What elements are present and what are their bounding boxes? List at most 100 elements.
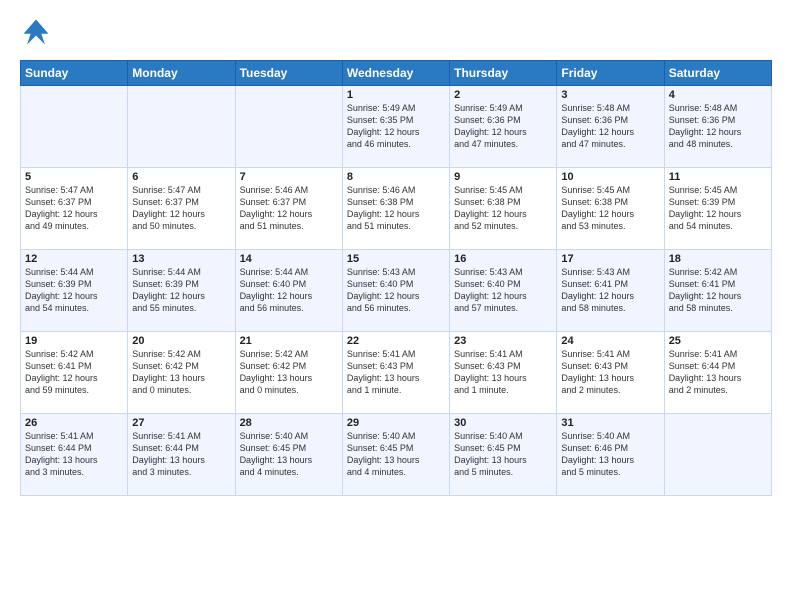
header-wednesday: Wednesday	[342, 61, 449, 86]
day-info: Sunrise: 5:43 AM Sunset: 6:41 PM Dayligh…	[561, 266, 659, 315]
day-info: Sunrise: 5:45 AM Sunset: 6:38 PM Dayligh…	[454, 184, 552, 233]
calendar-body: 1Sunrise: 5:49 AM Sunset: 6:35 PM Daylig…	[21, 86, 772, 496]
calendar-cell: 19Sunrise: 5:42 AM Sunset: 6:41 PM Dayli…	[21, 332, 128, 414]
day-number: 28	[240, 417, 338, 429]
day-number: 25	[669, 335, 767, 347]
day-number: 3	[561, 89, 659, 101]
calendar-week-row: 1Sunrise: 5:49 AM Sunset: 6:35 PM Daylig…	[21, 86, 772, 168]
day-number: 12	[25, 253, 123, 265]
day-number: 4	[669, 89, 767, 101]
calendar-cell	[235, 86, 342, 168]
header-friday: Friday	[557, 61, 664, 86]
header-tuesday: Tuesday	[235, 61, 342, 86]
calendar-cell: 10Sunrise: 5:45 AM Sunset: 6:38 PM Dayli…	[557, 168, 664, 250]
day-number: 30	[454, 417, 552, 429]
calendar-week-row: 12Sunrise: 5:44 AM Sunset: 6:39 PM Dayli…	[21, 250, 772, 332]
calendar-cell: 18Sunrise: 5:42 AM Sunset: 6:41 PM Dayli…	[664, 250, 771, 332]
day-info: Sunrise: 5:40 AM Sunset: 6:46 PM Dayligh…	[561, 430, 659, 479]
day-info: Sunrise: 5:46 AM Sunset: 6:37 PM Dayligh…	[240, 184, 338, 233]
calendar-cell: 20Sunrise: 5:42 AM Sunset: 6:42 PM Dayli…	[128, 332, 235, 414]
header-row: Sunday Monday Tuesday Wednesday Thursday…	[21, 61, 772, 86]
calendar-cell: 29Sunrise: 5:40 AM Sunset: 6:45 PM Dayli…	[342, 414, 449, 496]
day-info: Sunrise: 5:42 AM Sunset: 6:42 PM Dayligh…	[132, 348, 230, 397]
calendar-cell: 6Sunrise: 5:47 AM Sunset: 6:37 PM Daylig…	[128, 168, 235, 250]
day-number: 13	[132, 253, 230, 265]
day-info: Sunrise: 5:46 AM Sunset: 6:38 PM Dayligh…	[347, 184, 445, 233]
header-sunday: Sunday	[21, 61, 128, 86]
day-info: Sunrise: 5:43 AM Sunset: 6:40 PM Dayligh…	[347, 266, 445, 315]
page: Sunday Monday Tuesday Wednesday Thursday…	[0, 0, 792, 506]
day-info: Sunrise: 5:45 AM Sunset: 6:38 PM Dayligh…	[561, 184, 659, 233]
day-info: Sunrise: 5:41 AM Sunset: 6:44 PM Dayligh…	[25, 430, 123, 479]
day-number: 31	[561, 417, 659, 429]
calendar-cell: 30Sunrise: 5:40 AM Sunset: 6:45 PM Dayli…	[450, 414, 557, 496]
header-monday: Monday	[128, 61, 235, 86]
day-info: Sunrise: 5:41 AM Sunset: 6:43 PM Dayligh…	[347, 348, 445, 397]
day-number: 23	[454, 335, 552, 347]
header	[20, 16, 772, 48]
day-number: 16	[454, 253, 552, 265]
calendar-cell: 31Sunrise: 5:40 AM Sunset: 6:46 PM Dayli…	[557, 414, 664, 496]
calendar-cell: 17Sunrise: 5:43 AM Sunset: 6:41 PM Dayli…	[557, 250, 664, 332]
day-number: 1	[347, 89, 445, 101]
day-number: 19	[25, 335, 123, 347]
day-number: 18	[669, 253, 767, 265]
day-info: Sunrise: 5:42 AM Sunset: 6:41 PM Dayligh…	[25, 348, 123, 397]
day-number: 20	[132, 335, 230, 347]
calendar-week-row: 26Sunrise: 5:41 AM Sunset: 6:44 PM Dayli…	[21, 414, 772, 496]
day-info: Sunrise: 5:40 AM Sunset: 6:45 PM Dayligh…	[240, 430, 338, 479]
day-info: Sunrise: 5:40 AM Sunset: 6:45 PM Dayligh…	[347, 430, 445, 479]
calendar-cell: 16Sunrise: 5:43 AM Sunset: 6:40 PM Dayli…	[450, 250, 557, 332]
day-info: Sunrise: 5:47 AM Sunset: 6:37 PM Dayligh…	[132, 184, 230, 233]
day-number: 24	[561, 335, 659, 347]
day-number: 8	[347, 171, 445, 183]
day-info: Sunrise: 5:42 AM Sunset: 6:42 PM Dayligh…	[240, 348, 338, 397]
calendar-cell: 14Sunrise: 5:44 AM Sunset: 6:40 PM Dayli…	[235, 250, 342, 332]
day-number: 27	[132, 417, 230, 429]
day-info: Sunrise: 5:48 AM Sunset: 6:36 PM Dayligh…	[561, 102, 659, 151]
calendar-cell: 15Sunrise: 5:43 AM Sunset: 6:40 PM Dayli…	[342, 250, 449, 332]
calendar-cell: 5Sunrise: 5:47 AM Sunset: 6:37 PM Daylig…	[21, 168, 128, 250]
day-info: Sunrise: 5:41 AM Sunset: 6:43 PM Dayligh…	[561, 348, 659, 397]
calendar-cell: 26Sunrise: 5:41 AM Sunset: 6:44 PM Dayli…	[21, 414, 128, 496]
day-number: 5	[25, 171, 123, 183]
day-number: 7	[240, 171, 338, 183]
calendar-cell: 23Sunrise: 5:41 AM Sunset: 6:43 PM Dayli…	[450, 332, 557, 414]
calendar-cell: 1Sunrise: 5:49 AM Sunset: 6:35 PM Daylig…	[342, 86, 449, 168]
day-number: 9	[454, 171, 552, 183]
day-info: Sunrise: 5:48 AM Sunset: 6:36 PM Dayligh…	[669, 102, 767, 151]
calendar-cell: 25Sunrise: 5:41 AM Sunset: 6:44 PM Dayli…	[664, 332, 771, 414]
day-info: Sunrise: 5:49 AM Sunset: 6:35 PM Dayligh…	[347, 102, 445, 151]
calendar-cell: 28Sunrise: 5:40 AM Sunset: 6:45 PM Dayli…	[235, 414, 342, 496]
day-info: Sunrise: 5:40 AM Sunset: 6:45 PM Dayligh…	[454, 430, 552, 479]
calendar-header: Sunday Monday Tuesday Wednesday Thursday…	[21, 61, 772, 86]
day-info: Sunrise: 5:42 AM Sunset: 6:41 PM Dayligh…	[669, 266, 767, 315]
calendar-cell: 9Sunrise: 5:45 AM Sunset: 6:38 PM Daylig…	[450, 168, 557, 250]
calendar-cell	[21, 86, 128, 168]
calendar-cell: 12Sunrise: 5:44 AM Sunset: 6:39 PM Dayli…	[21, 250, 128, 332]
calendar-cell: 11Sunrise: 5:45 AM Sunset: 6:39 PM Dayli…	[664, 168, 771, 250]
header-thursday: Thursday	[450, 61, 557, 86]
calendar-cell: 27Sunrise: 5:41 AM Sunset: 6:44 PM Dayli…	[128, 414, 235, 496]
day-number: 10	[561, 171, 659, 183]
day-number: 29	[347, 417, 445, 429]
logo	[20, 16, 56, 48]
calendar-week-row: 5 Sunrise: 5:47 AM Sunset: 6:37 PM Daylig…	[21, 168, 772, 250]
header-saturday: Saturday	[664, 61, 771, 86]
day-info: Sunrise: 5:44 AM Sunset: 6:39 PM Dayligh…	[25, 266, 123, 315]
calendar-cell: 3Sunrise: 5:48 AM Sunset: 6:36 PM Daylig…	[557, 86, 664, 168]
calendar-week-row: 19Sunrise: 5:42 AM Sunset: 6:41 PM Dayli…	[21, 332, 772, 414]
day-number: 17	[561, 253, 659, 265]
day-number: 11	[669, 171, 767, 183]
day-number: 15	[347, 253, 445, 265]
calendar-cell: 24Sunrise: 5:41 AM Sunset: 6:43 PM Dayli…	[557, 332, 664, 414]
calendar-cell: 8Sunrise: 5:46 AM Sunset: 6:38 PM Daylig…	[342, 168, 449, 250]
calendar-cell: 21Sunrise: 5:42 AM Sunset: 6:42 PM Dayli…	[235, 332, 342, 414]
day-info: Sunrise: 5:41 AM Sunset: 6:44 PM Dayligh…	[669, 348, 767, 397]
calendar-cell: 13Sunrise: 5:44 AM Sunset: 6:39 PM Dayli…	[128, 250, 235, 332]
logo-icon	[20, 16, 52, 48]
day-number: 26	[25, 417, 123, 429]
day-info: Sunrise: 5:44 AM Sunset: 6:39 PM Dayligh…	[132, 266, 230, 315]
calendar-table: Sunday Monday Tuesday Wednesday Thursday…	[20, 60, 772, 496]
day-info: Sunrise: 5:44 AM Sunset: 6:40 PM Dayligh…	[240, 266, 338, 315]
